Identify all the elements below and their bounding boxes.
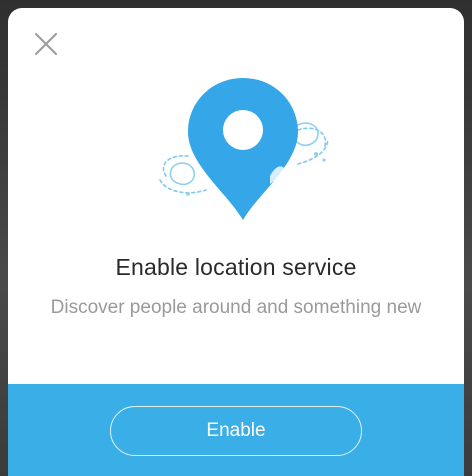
location-pin-icon xyxy=(159,78,329,220)
close-icon xyxy=(34,32,58,56)
enable-button[interactable]: Enable xyxy=(110,406,362,456)
location-permission-dialog: Enable location service Discover people … xyxy=(8,8,464,476)
location-illustration xyxy=(148,68,338,228)
dialog-footer: Enable xyxy=(8,384,464,476)
close-button[interactable] xyxy=(28,26,64,62)
dialog-subtitle: Discover people around and something new xyxy=(50,297,422,318)
dialog-title: Enable location service xyxy=(115,254,357,280)
